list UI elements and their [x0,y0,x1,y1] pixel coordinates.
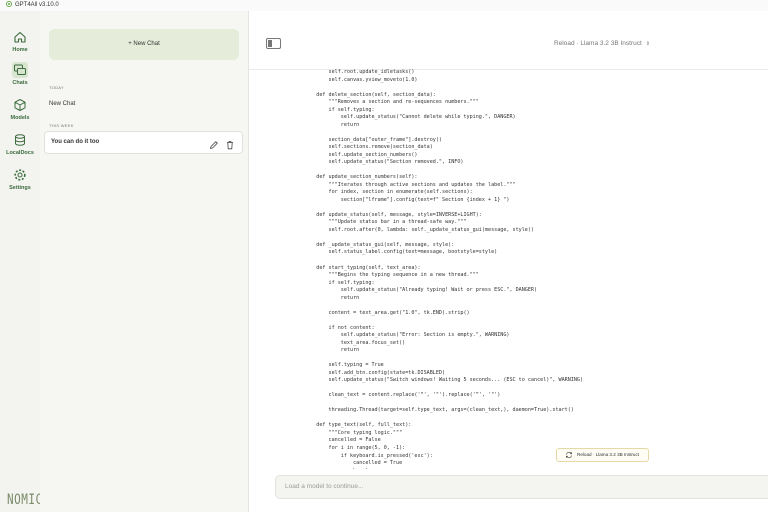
code-line: self.typing = True [304,362,384,369]
section-this-week-label: THIS WEEK [49,123,74,128]
model-selector[interactable]: Reload · Llama 3.2 3B Instruct ⇕ [554,40,650,47]
nav-home-label: Home [12,47,28,53]
nav-chats[interactable]: Chats [0,62,40,86]
nav-sidebar: Home Chats Models LocalDocs Settings NOM… [0,11,43,512]
nav-localdocs[interactable]: LocalDocs [0,132,40,156]
localdocs-icon [12,132,28,148]
nav-chats-label: Chats [12,80,28,86]
code-line: break [304,468,368,469]
code-line: text_area.focus_set() [304,339,406,346]
chevron-updown-icon: ⇕ [645,41,650,47]
code-line: def update_status(self, message, style=I… [304,211,482,218]
nav-models[interactable]: Models [0,97,40,121]
code-line: """Core typing logic.""" [304,429,403,436]
code-line: self.add_btn.config(state=tk.DISABLED) [304,369,446,376]
nav-home[interactable]: Home [0,29,40,53]
chat-toolbar: Reload · Llama 3.2 3B Instruct ⇕ [249,11,768,70]
models-icon [12,97,28,113]
reload-icon [565,451,573,459]
chat-item-new-chat[interactable]: New Chat [49,101,75,107]
section-today-label: TODAY [49,85,64,90]
code-line: cancelled = True [304,460,403,467]
code-line: content = text_area.get("1.0", tk.END).s… [304,309,470,316]
code-line: self.root.update_idletasks() [304,69,415,75]
code-line: self.update_status("Switch windows! Wait… [304,377,584,384]
code-line: cancelled = False [304,437,381,444]
code-line: self.update_status("Cannot delete while … [304,114,516,121]
chats-icon [12,62,28,78]
code-line: """Iterates through active sections and … [304,181,516,188]
code-line: """Removes a section and re-sequences nu… [304,99,479,106]
settings-icon [12,167,28,183]
code-line: def type_text(self, full_text): [304,422,412,429]
code-line: def delete_section(self, section_data): [304,91,436,98]
code-line: return [304,121,360,128]
home-icon [12,29,28,45]
code-line: for i in range(5, 0, -1): [304,445,406,451]
chat-item-current[interactable]: You can do it too [44,131,243,154]
code-line: self.status_label.config(text=message, b… [304,249,498,256]
code-line: self.update_status("Error: Section is em… [304,332,510,339]
message-input[interactable]: Load a model to continue... [275,475,768,499]
code-line: if not content: [304,324,375,331]
code-line: self.update_section_numbers() [304,151,418,158]
code-line: for index, section in enumerate(self.sec… [304,189,473,196]
nav-settings[interactable]: Settings [0,167,40,191]
code-block: self.root.update_idletasks() self.canvas… [304,69,764,469]
code-line: self.update_status("Already typing! Wait… [304,287,538,294]
code-line: section["lframe"].config(text=f" Section… [304,196,510,203]
app-logo-icon [6,1,12,7]
nav-models-label: Models [10,115,30,121]
message-input-placeholder: Load a model to continue... [285,483,364,490]
edit-icon[interactable] [209,137,219,149]
new-chat-button[interactable]: + New Chat [49,29,239,60]
code-line: self.root.after(0, lambda: self._update_… [304,226,535,233]
window-title: GPT4All v3.10.0 [15,2,59,8]
code-line: def _update_status_gui(self, message, st… [304,241,455,248]
code-line: def update_section_numbers(self): [304,174,418,181]
code-line: """Update status bar in a thread-safe wa… [304,219,467,226]
code-line: """Begins the typing sequence in a new t… [304,272,479,279]
code-line: clean_text = content.replace('“', '"').r… [304,392,501,399]
title-bar: GPT4All v3.10.0 [0,0,768,11]
code-line: section_data["outer_frame"].destroy() [304,136,443,143]
code-line: def start_typing(self, text_area): [304,264,421,271]
nav-settings-label: Settings [9,185,31,191]
code-line: self.update_status("Section removed.", I… [304,159,464,166]
reload-model-label: Reload · Llama 3.2 3B Instruct [577,452,640,457]
code-line: self.sections.remove(section_data) [304,144,433,151]
code-line: threading.Thread(target=self.type_text, … [304,407,574,414]
code-line: self.canvas.yview_moveto(1.0) [304,76,418,83]
nomic-logo: NOMIC [7,491,43,508]
chat-list-panel: + New Chat TODAY New Chat THIS WEEK You … [40,11,249,512]
code-line: return [304,347,360,354]
chat-item-label: You can do it too [51,139,100,145]
trash-icon[interactable] [225,137,235,150]
code-line: if self.typing: [304,106,375,113]
reload-model-button[interactable]: Reload · Llama 3.2 3B Instruct [556,448,649,462]
sidebar-toggle-icon[interactable] [266,38,281,49]
nav-localdocs-label: LocalDocs [6,150,34,156]
code-line: return [304,294,360,301]
code-line: if self.typing: [304,279,375,286]
chat-main: Reload · Llama 3.2 3B Instruct ⇕ self.roo… [249,11,768,512]
model-selector-label: Reload · Llama 3.2 3B Instruct [554,40,642,47]
code-line: if keyboard.is_pressed('esc'): [304,452,433,459]
